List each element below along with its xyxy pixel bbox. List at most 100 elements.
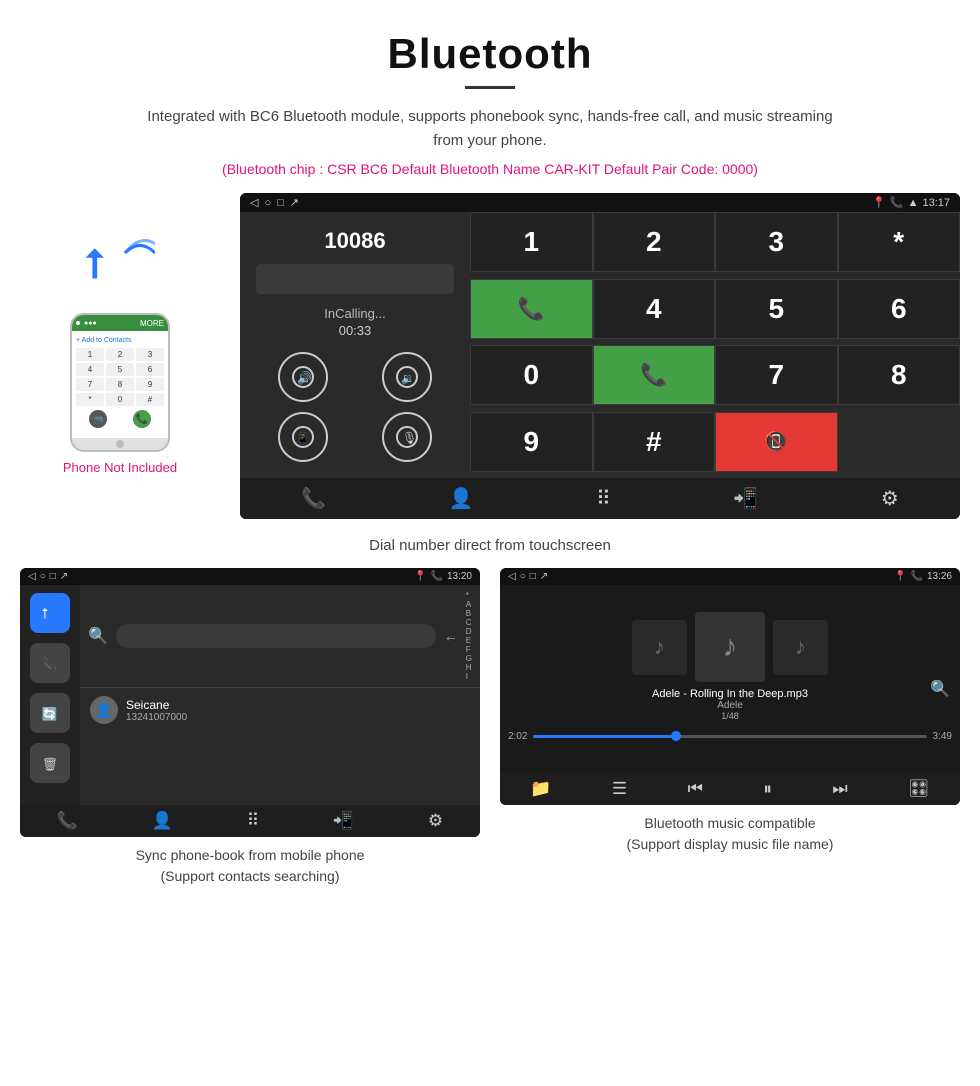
phone-dot [76,321,80,325]
pb-settings-icon[interactable]: ⚙ [428,811,443,831]
car-bottom-bar: 📞 👤 ⠿ 📲 ⚙ [240,478,960,519]
phone-key-3[interactable]: 3 [136,348,164,361]
pb-nav-up: ↗ [60,571,68,582]
key-hash[interactable]: # [593,412,716,472]
call-button-2[interactable]: 📞 [593,345,716,405]
phone-key-star[interactable]: * [76,393,104,406]
pb-contacts-icon[interactable]: 👤 [152,811,173,831]
music-gps: 📍 [894,571,906,582]
home-button[interactable] [116,440,124,448]
phone-video-btn[interactable]: 📹 [89,410,107,428]
phone-key-6[interactable]: 6 [136,363,164,376]
phone-key-1[interactable]: 1 [76,348,104,361]
key-7[interactable]: 7 [715,345,838,405]
volume-up-icon: 🔊 [291,365,315,389]
key-9[interactable]: 9 [470,412,593,472]
pb-time: 13:20 [447,571,472,582]
music-note-left: ♪ [654,634,665,660]
phone-key-2[interactable]: 2 [106,348,134,361]
pb-contact-info: Seicane 13241007000 [126,698,470,723]
phone-key-9[interactable]: 9 [136,378,164,391]
nav-recent: □ [277,197,284,209]
delete-sidebar-btn[interactable]: 🗑 [30,743,70,783]
svg-text:🔉: 🔉 [401,373,415,385]
nav-home: ○ [264,197,271,209]
phone-key-hash[interactable]: # [136,393,164,406]
music-nav: ◁ ○ □ ↗ [508,571,548,582]
music-nav-recent: □ [530,571,536,582]
pb-back-icon[interactable]: ← [444,628,458,644]
phone-icon: 📞 [890,196,904,209]
dialpad-icon[interactable]: ⠿ [596,486,611,511]
phone-key-8[interactable]: 8 [106,378,134,391]
phone-sidebar-btn[interactable]: 📞 [30,643,70,683]
music-note-right: ♪ [795,634,806,660]
svg-text:📱: 📱 [296,432,310,445]
key-star[interactable]: * [838,212,961,272]
key-1[interactable]: 1 [470,212,593,272]
svg-text:📞: 📞 [42,656,59,672]
bluetooth-sidebar-btn[interactable]: ⭡ [30,593,70,633]
bt-call-icon[interactable]: 📞 [301,486,326,511]
music-search-icon[interactable]: 🔍 [930,679,950,699]
next-icon[interactable]: ⏭ [832,779,847,799]
time-display: 13:17 [922,197,950,209]
time-total: 3:49 [933,731,952,742]
pb-nav-back: ◁ [28,571,36,582]
pb-search-input[interactable] [116,624,436,648]
pb-dialpad-icon[interactable]: ⠿ [247,811,259,831]
key-4[interactable]: 4 [593,279,716,339]
music-nav-back: ◁ [508,571,516,582]
phone-key-4[interactable]: 4 [76,363,104,376]
volume-down-icon: 🔉 [395,365,419,389]
folder-icon[interactable]: 📁 [530,779,551,799]
key-6[interactable]: 6 [838,279,961,339]
wifi-icon: ▲ [908,197,919,209]
pb-contact-row[interactable]: 👤 Seicane 13241007000 [80,688,480,732]
phone-key-0[interactable]: 0 [106,393,134,406]
transfer-icon[interactable]: 📲 [733,486,758,511]
contacts-icon[interactable]: 👤 [449,486,474,511]
input-display[interactable] [256,264,454,294]
phone-key-7[interactable]: 7 [76,378,104,391]
music-track: 1/48 [652,711,808,721]
eq-icon[interactable]: 🎛 [908,779,930,799]
play-pause-icon[interactable]: ⏸ [763,779,772,799]
music-screen: ◁ ○ □ ↗ 📍 📞 13:26 ♪ [500,568,960,805]
key-2[interactable]: 2 [593,212,716,272]
album-side-right: ♪ [773,620,828,675]
prev-icon[interactable]: ⏮ [688,779,703,799]
phone-mockup: ⭡ ●●● MORE + Add to Contacts 1 2 3 4 5 6… [20,193,220,475]
music-status-right: 📍 📞 13:26 [894,571,952,582]
phone-call-btn[interactable]: 📞 [133,410,151,428]
playlist-icon[interactable]: ☰ [612,779,627,799]
status-right: 📍 📞 ▲ 13:17 [872,196,950,209]
pb-contact-number: 13241007000 [126,712,470,723]
key-3[interactable]: 3 [715,212,838,272]
phone-key-5[interactable]: 5 [106,363,134,376]
sync-sidebar-btn[interactable]: 🔄 [30,693,70,733]
call-button[interactable]: 📞 [470,279,593,339]
transfer-btn[interactable]: 📱 [278,412,328,462]
volume-down-btn[interactable]: 🔉 [382,352,432,402]
key-5[interactable]: 5 [715,279,838,339]
nav-back: ◁ [250,196,258,209]
phonebook-caption-main: Sync phone-book from mobile phone [136,847,365,863]
progress-dot [671,731,681,741]
key-0[interactable]: 0 [470,345,593,405]
svg-text:🗑: 🗑 [42,757,58,772]
phone-top-bar: ●●● MORE [72,315,168,331]
key-8[interactable]: 8 [838,345,961,405]
car-dial-screen-wrap: ◁ ○ □ ↗ 📍 📞 ▲ 13:17 10086 [230,193,960,519]
pb-nav-home: ○ [40,571,46,582]
progress-track[interactable] [533,735,926,738]
pb-gps: 📍 [414,571,426,582]
numpad-grid: 1 2 3 * 📞 4 5 6 0 📞 7 8 9 # [470,212,960,478]
end-call-button[interactable]: 📵 [715,412,838,472]
pb-transfer-icon[interactable]: 📲 [333,811,354,831]
settings-icon[interactable]: ⚙ [881,486,899,511]
pb-call-icon[interactable]: 📞 [57,811,78,831]
volume-up-btn[interactable]: 🔊 [278,352,328,402]
music-progress-bar: 2:02 3:49 [500,727,960,746]
mute-btn[interactable]: 🎙 [382,412,432,462]
